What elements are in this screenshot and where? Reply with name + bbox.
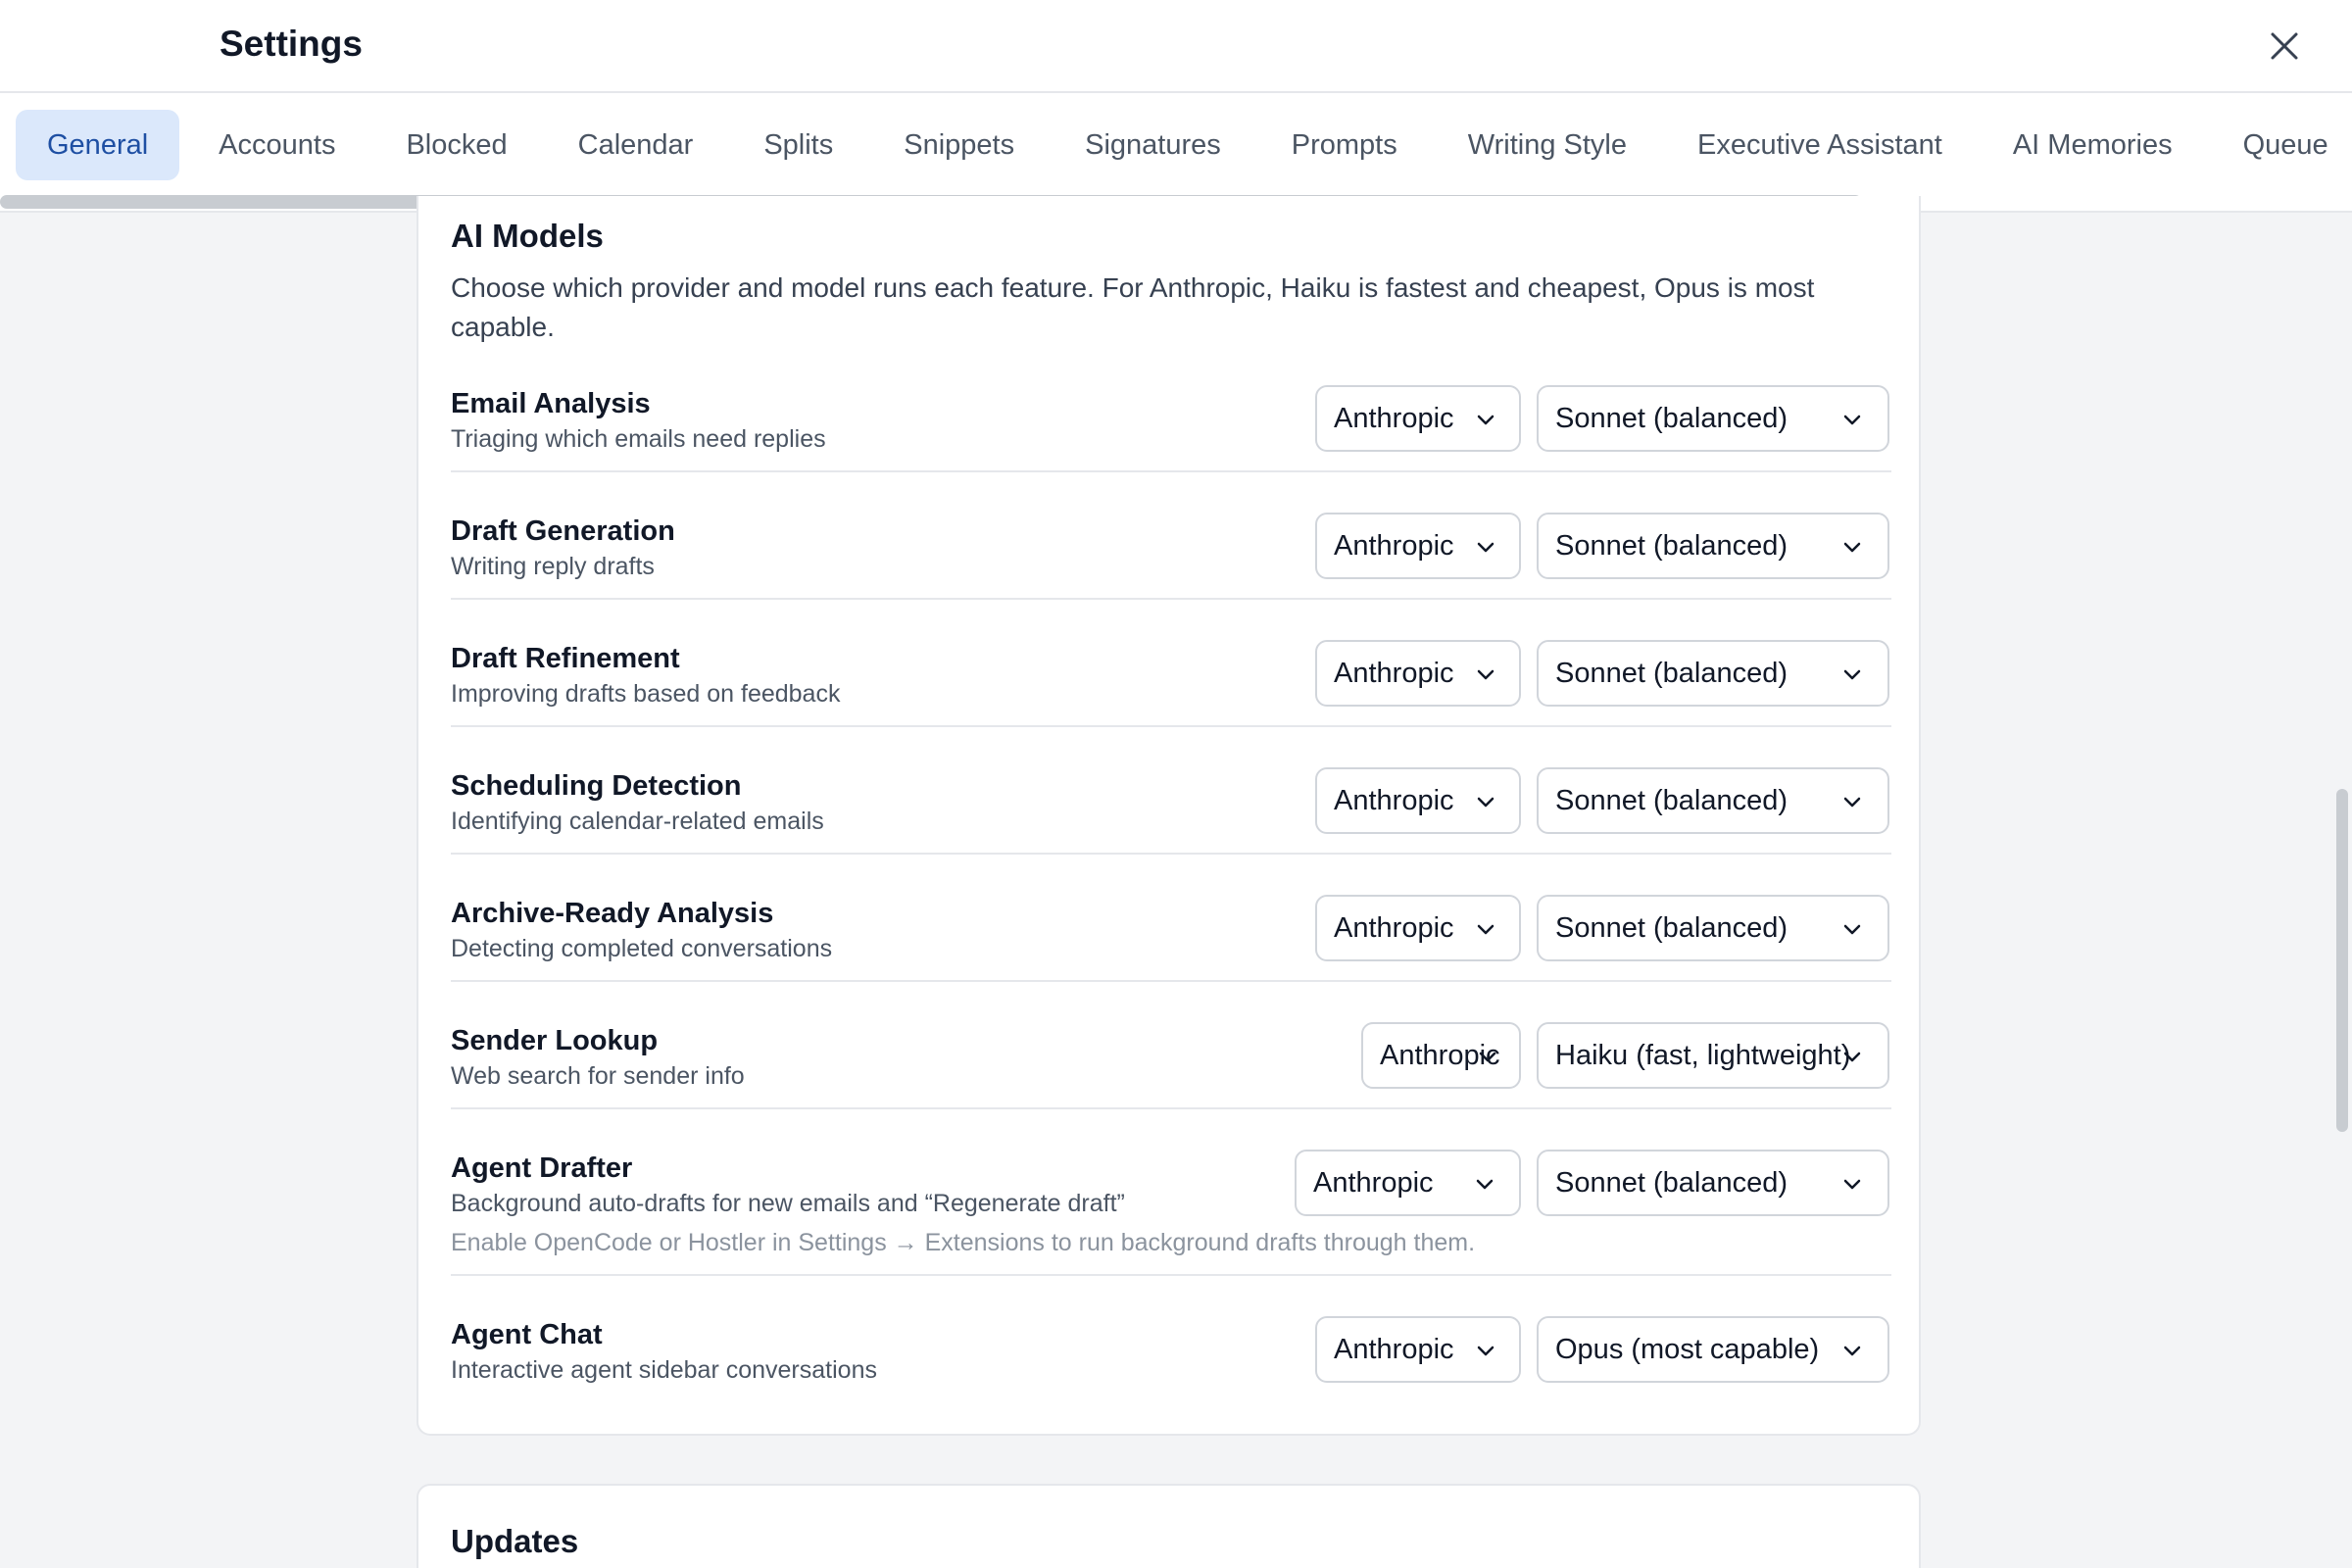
ai-models-title: AI Models [451, 218, 604, 254]
row-label: Draft Refinement [451, 643, 680, 674]
row-hint: Enable OpenCode or Hostler in Settings →… [451, 1229, 1476, 1256]
ai-models-card: AI Models Choose which provider and mode… [416, 196, 1921, 1436]
provider-value: Anthropic [1334, 1333, 1454, 1365]
model-select[interactable]: Opus (most capable) [1537, 1316, 1889, 1383]
chevron-down-icon [1477, 542, 1494, 553]
model-value: Sonnet (balanced) [1555, 402, 1788, 434]
chevron-down-icon [1477, 924, 1494, 935]
tab-prompts[interactable]: Prompts [1260, 110, 1429, 180]
model-select[interactable]: Sonnet (balanced) [1537, 640, 1889, 707]
row-label: Email Analysis [451, 388, 651, 419]
tab-executive-assistant[interactable]: Executive Assistant [1666, 110, 1974, 180]
row-description: Triaging which emails need replies [451, 425, 826, 453]
model-row-email-analysis: Email Analysis Triaging which emails nee… [451, 385, 1891, 472]
row-label: Agent Chat [451, 1319, 603, 1350]
row-description: Improving drafts based on feedback [451, 680, 841, 708]
row-description: Background auto-drafts for new emails an… [451, 1190, 1125, 1217]
model-value: Sonnet (balanced) [1555, 529, 1788, 562]
provider-select[interactable]: Anthropic [1315, 767, 1521, 834]
chevron-down-icon [1843, 415, 1861, 425]
chevron-down-icon [1477, 415, 1494, 425]
model-value: Sonnet (balanced) [1555, 1166, 1788, 1199]
model-row-draft-refinement: Draft Refinement Improving drafts based … [451, 640, 1891, 727]
chevron-down-icon [1843, 1179, 1861, 1190]
row-description: Identifying calendar-related emails [451, 808, 824, 835]
tab-queue[interactable]: Queue [2212, 110, 2352, 180]
chevron-down-icon [1479, 1052, 1496, 1062]
provider-select[interactable]: Anthropic [1315, 513, 1521, 579]
model-row-agent-chat: Agent Chat Interactive agent sidebar con… [451, 1316, 1891, 1403]
updates-card: Updates [416, 1484, 1921, 1568]
tab-writing-style[interactable]: Writing Style [1437, 110, 1658, 180]
chevron-down-icon [1843, 797, 1861, 808]
row-label: Sender Lookup [451, 1025, 659, 1056]
model-value: Opus (most capable) [1555, 1333, 1820, 1365]
provider-select[interactable]: Anthropic [1315, 1316, 1521, 1383]
provider-select[interactable]: Anthropic [1361, 1022, 1521, 1089]
page-vertical-scrollbar[interactable] [2336, 789, 2348, 1132]
row-description: Detecting completed conversations [451, 935, 833, 962]
provider-value: Anthropic [1334, 529, 1454, 562]
chevron-down-icon [1477, 669, 1494, 680]
close-button[interactable] [2260, 22, 2309, 71]
model-row-archive-ready-analysis: Archive-Ready Analysis Detecting complet… [451, 895, 1891, 982]
page-title: Settings [220, 24, 363, 64]
provider-value: Anthropic [1334, 784, 1454, 816]
row-description: Web search for sender info [451, 1062, 745, 1090]
chevron-down-icon [1477, 1346, 1494, 1356]
model-row-agent-drafter: Agent Drafter Background auto-drafts for… [451, 1150, 1891, 1276]
provider-value: Anthropic [1334, 911, 1454, 944]
chevron-down-icon [1477, 797, 1494, 808]
model-value: Sonnet (balanced) [1555, 657, 1788, 689]
row-label: Agent Drafter [451, 1152, 633, 1184]
tab-accounts[interactable]: Accounts [187, 110, 367, 180]
row-description: Writing reply drafts [451, 553, 655, 580]
provider-value: Anthropic [1334, 402, 1454, 434]
chevron-down-icon [1843, 542, 1861, 553]
tab-splits[interactable]: Splits [732, 110, 864, 180]
model-select[interactable]: Sonnet (balanced) [1537, 895, 1889, 961]
row-label: Archive-Ready Analysis [451, 898, 774, 929]
ai-models-description: Choose which provider and model runs eac… [451, 272, 1815, 342]
model-row-scheduling-detection: Scheduling Detection Identifying calenda… [451, 767, 1891, 855]
chevron-down-icon [1843, 1052, 1861, 1062]
model-value: Sonnet (balanced) [1555, 784, 1788, 816]
model-select[interactable]: Sonnet (balanced) [1537, 385, 1889, 452]
provider-value: Anthropic [1313, 1166, 1434, 1199]
settings-header: Settings [0, 0, 2352, 93]
chevron-down-icon [1843, 669, 1861, 680]
provider-select[interactable]: Anthropic [1295, 1150, 1521, 1216]
tab-snippets[interactable]: Snippets [872, 110, 1046, 180]
provider-select[interactable]: Anthropic [1315, 385, 1521, 452]
tab-calendar[interactable]: Calendar [547, 110, 725, 180]
provider-select[interactable]: Anthropic [1315, 895, 1521, 961]
tab-signatures[interactable]: Signatures [1054, 110, 1252, 180]
model-select[interactable]: Sonnet (balanced) [1537, 767, 1889, 834]
model-value: Haiku (fast, lightweight) [1555, 1039, 1851, 1071]
settings-tabbar: General Accounts Blocked Calendar Splits… [0, 93, 2352, 213]
updates-title: Updates [451, 1523, 579, 1559]
provider-select[interactable]: Anthropic [1315, 640, 1521, 707]
chevron-down-icon [1843, 924, 1861, 935]
close-icon [2271, 32, 2298, 60]
row-label: Scheduling Detection [451, 770, 742, 802]
model-row-draft-generation: Draft Generation Writing reply drafts An… [451, 513, 1891, 600]
tab-general[interactable]: General [16, 110, 180, 180]
tab-list: General Accounts Blocked Calendar Splits… [16, 110, 2352, 180]
chevron-down-icon [1843, 1346, 1861, 1356]
model-select[interactable]: Sonnet (balanced) [1537, 1150, 1889, 1216]
tab-ai-memories[interactable]: AI Memories [1982, 110, 2204, 180]
model-row-sender-lookup: Sender Lookup Web search for sender info… [451, 1022, 1891, 1109]
tab-blocked[interactable]: Blocked [374, 110, 538, 180]
model-value: Sonnet (balanced) [1555, 911, 1788, 944]
model-select[interactable]: Sonnet (balanced) [1537, 513, 1889, 579]
provider-value: Anthropic [1334, 657, 1454, 689]
model-select[interactable]: Haiku (fast, lightweight) [1537, 1022, 1889, 1089]
row-description: Interactive agent sidebar conversations [451, 1356, 877, 1384]
chevron-down-icon [1476, 1179, 1494, 1190]
row-label: Draft Generation [451, 515, 675, 547]
